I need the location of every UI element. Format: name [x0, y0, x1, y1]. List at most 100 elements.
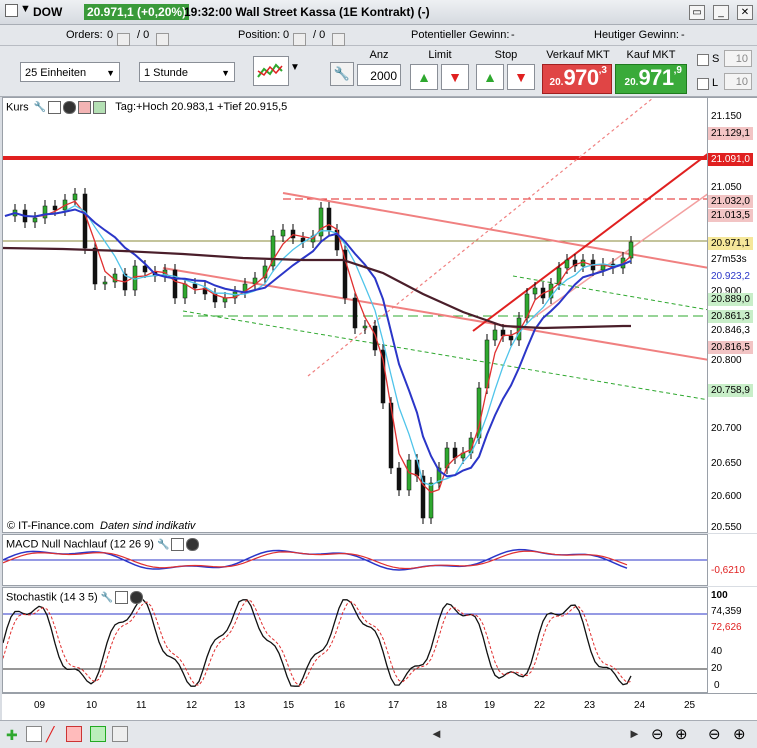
close-pane-icon[interactable]: [63, 101, 77, 114]
window-title: 19:32:00 Wall Street Kassa (1E Kontrakt)…: [184, 5, 430, 19]
stochastic-k-line: [3, 599, 632, 687]
potential-gain-label: Potentieller Gewinn:: [411, 29, 510, 41]
buy-price-prefix: 20.: [624, 77, 639, 88]
units-select[interactable]: 25 Einheiten ▼: [20, 62, 120, 82]
macd-pane-name: MACD Null Nachlauf (12 26 9): [6, 538, 154, 551]
wrench-icon[interactable]: 🔧: [34, 102, 46, 113]
wrench-icon[interactable]: 🔧: [101, 592, 113, 603]
price-tick-label: 20.816,5: [708, 341, 753, 354]
price-tick-label: 20.846,3: [708, 324, 753, 337]
time-tick-label: 18: [436, 700, 448, 711]
close-icon[interactable]: ✕: [737, 5, 753, 20]
limit-buy-button[interactable]: ▲: [410, 64, 438, 90]
zoom-reset-icon[interactable]: ⊖: [708, 725, 721, 743]
stochastic-pane-header: Stochastik (14 3 5) 🔧: [6, 591, 144, 604]
stop-sell-button[interactable]: ▼: [507, 64, 535, 90]
stoch-tick-20: 20: [711, 663, 723, 674]
time-tick-label: 23: [584, 700, 596, 711]
price-tick-label: 20.758,9: [708, 384, 753, 397]
window-menu-icon[interactable]: [5, 4, 18, 17]
time-tick-label: 10: [86, 700, 98, 711]
candle-body: [564, 259, 570, 269]
price-tick-label: 20.550: [711, 522, 742, 533]
stop-label: Stop: [494, 49, 518, 61]
position-value: 0: [283, 29, 290, 41]
maximize-pane-icon[interactable]: [115, 591, 129, 604]
orders-value: 0: [107, 29, 114, 41]
candle-body: [362, 325, 368, 329]
price-chart[interactable]: [3, 98, 708, 533]
sell-market-button[interactable]: 20.970,3: [542, 64, 612, 94]
maximize-pane-icon[interactable]: [48, 101, 62, 114]
anz-input[interactable]: 2000: [357, 64, 401, 86]
interval-select[interactable]: 1 Stunde ▼: [139, 62, 235, 82]
uptrend-line-parallel: [532, 193, 707, 319]
buy-price-main: 971: [638, 65, 674, 90]
price-axis[interactable]: 21.150 21.129,1 21.091,0 21.050 21.032,0 21.0…: [708, 97, 757, 533]
wrench-icon[interactable]: 🔧: [157, 539, 169, 550]
orders-label: Orders:: [66, 29, 103, 41]
candle-body: [352, 297, 358, 329]
time-axis[interactable]: 09 10 11 12 13 15 16 17 18 19 22 23 24 25: [2, 693, 757, 720]
dropdown-arrow-icon[interactable]: ▼: [20, 3, 31, 15]
price-tick-label: 20.923,2: [708, 270, 753, 283]
macd-pane-header: MACD Null Nachlauf (12 26 9) 🔧: [6, 538, 200, 551]
fibonacci-icon[interactable]: [112, 726, 128, 742]
time-tick-label: 11: [136, 700, 147, 711]
zoom-in-icon[interactable]: ⊕: [733, 725, 746, 743]
day-range-text: Tag:+Hoch 20.983,1 +Tief 20.915,5: [115, 101, 288, 114]
watermark-note: Daten sind indikativ: [100, 520, 196, 532]
candle-body: [42, 205, 48, 219]
candle-body: [326, 207, 332, 231]
scroll-right-icon[interactable]: ►: [628, 726, 641, 741]
candle-body: [72, 193, 78, 201]
restore-icon[interactable]: ▭: [689, 5, 705, 20]
interval-select-value: 1 Stunde: [144, 67, 189, 79]
price-tick-label: 21.050: [711, 182, 742, 193]
draw-rect-icon[interactable]: [66, 726, 82, 742]
crosshair-icon[interactable]: [26, 726, 42, 742]
stop-buy-button[interactable]: ▲: [476, 64, 504, 90]
stoch-tick-100: 100: [711, 590, 728, 601]
scroll-left-icon[interactable]: ◄: [430, 726, 443, 741]
zoom-fit-icon[interactable]: ⊕: [675, 725, 688, 743]
cursor-tool-icon[interactable]: ✚: [6, 727, 18, 744]
time-tick-label: 22: [534, 700, 546, 711]
indicator-button[interactable]: [253, 56, 289, 86]
limit-sell-button[interactable]: ▼: [441, 64, 469, 90]
l-label: L: [712, 77, 719, 89]
indicator-dropdown-icon[interactable]: ▼: [290, 62, 300, 73]
units-select-value: 25 Einheiten: [25, 67, 87, 79]
close-pane-icon[interactable]: [130, 591, 144, 604]
candle-body: [396, 467, 402, 491]
maximize-pane-icon[interactable]: [171, 538, 185, 551]
sell-mkt-label: Verkauf MKT: [546, 49, 610, 61]
buy-mkt-label: Kauf MKT: [626, 49, 676, 61]
move-down-icon[interactable]: [78, 101, 92, 114]
s-checkbox[interactable]: [697, 54, 709, 66]
close-pane-icon[interactable]: [186, 538, 200, 551]
stochastic-pane[interactable]: Stochastik (14 3 5) 🔧: [2, 587, 708, 693]
draw-channel-icon[interactable]: [90, 726, 106, 742]
anz-label: Anz: [369, 49, 389, 61]
price-chart-pane[interactable]: Kurs 🔧 Tag:+Hoch 20.983,1 +Tief 20.915,5…: [2, 97, 708, 533]
price-pane-header: Kurs 🔧 Tag:+Hoch 20.983,1 +Tief 20.915,5: [6, 101, 287, 114]
stoch-tick-40: 40: [711, 646, 723, 657]
time-tick-label: 13: [234, 700, 246, 711]
time-tick-label: 24: [634, 700, 646, 711]
l-input[interactable]: 10: [724, 73, 752, 90]
price-tick-label: 20.800: [711, 355, 742, 366]
move-up-icon[interactable]: [93, 101, 107, 114]
zoom-out-icon[interactable]: ⊖: [651, 725, 664, 743]
candle-body: [92, 247, 98, 285]
time-tick-label: 16: [334, 700, 346, 711]
macd-pane[interactable]: MACD Null Nachlauf (12 26 9) 🔧: [2, 534, 708, 586]
minimize-icon[interactable]: _: [713, 5, 729, 20]
stochastic-pane-name: Stochastik (14 3 5): [6, 591, 98, 604]
l-checkbox[interactable]: [697, 78, 709, 90]
buy-market-button[interactable]: 20.971,9: [615, 64, 687, 94]
wrench-icon[interactable]: 🔧: [330, 62, 354, 86]
s-input[interactable]: 10: [724, 50, 752, 67]
time-tick-label: 15: [283, 700, 295, 711]
draw-line-icon[interactable]: ╱: [46, 726, 54, 743]
